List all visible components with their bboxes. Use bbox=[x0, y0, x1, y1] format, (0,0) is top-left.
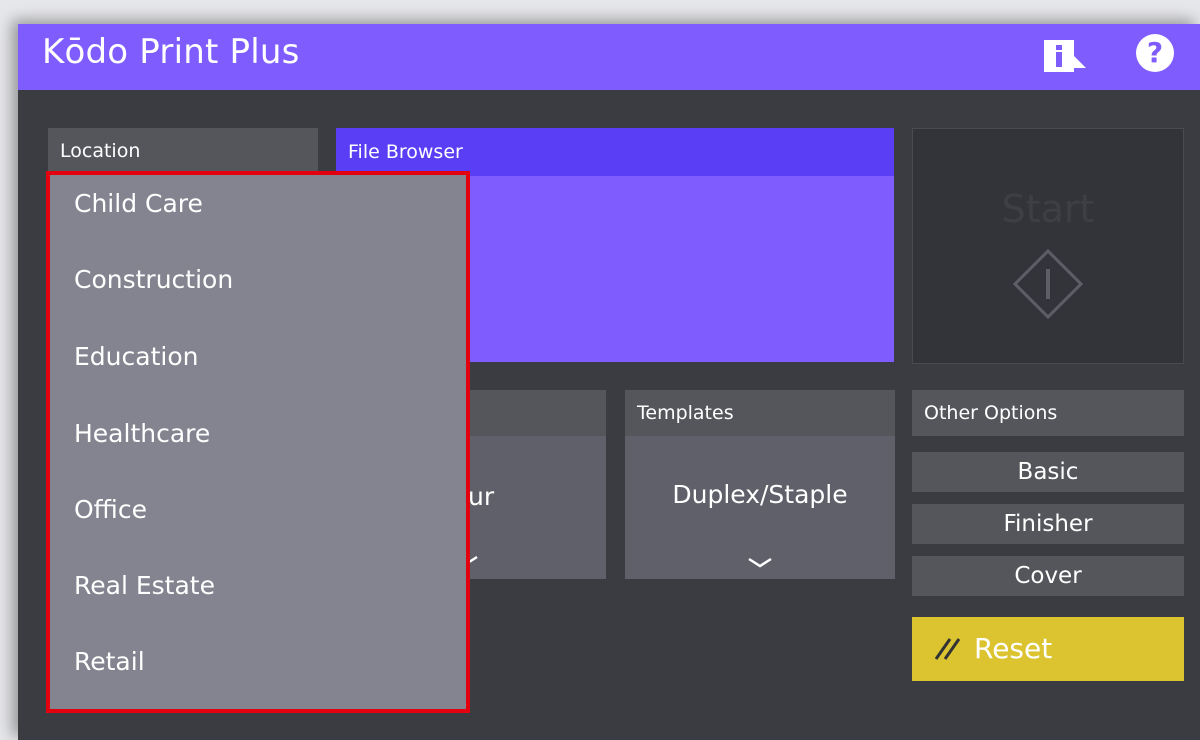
templates-value: Duplex/Staple bbox=[672, 480, 848, 509]
dropdown-item-healthcare[interactable]: Healthcare bbox=[74, 419, 210, 448]
file-browser-label: File Browser bbox=[348, 141, 463, 163]
location-header[interactable]: Location bbox=[48, 128, 318, 174]
file-browser-header: File Browser bbox=[336, 128, 894, 176]
color-panel-value: ur bbox=[468, 482, 495, 511]
dropdown-item-retail[interactable]: Retail bbox=[74, 647, 145, 676]
top-bar: Kōdo Print Plus ? bbox=[18, 24, 1200, 90]
basic-button[interactable]: Basic bbox=[912, 452, 1184, 492]
dropdown-item-construction[interactable]: Construction bbox=[74, 265, 233, 294]
start-button[interactable]: Start bbox=[912, 128, 1184, 364]
info-icon[interactable] bbox=[1042, 36, 1088, 76]
location-label: Location bbox=[60, 140, 141, 162]
templates-header: Templates bbox=[625, 390, 895, 436]
dropdown-item-office[interactable]: Office bbox=[74, 495, 147, 524]
other-options-header: Other Options bbox=[912, 390, 1184, 436]
reset-label: Reset bbox=[974, 632, 1053, 665]
start-label: Start bbox=[1001, 187, 1095, 231]
cover-button[interactable]: Cover bbox=[912, 556, 1184, 596]
other-options-label: Other Options bbox=[924, 402, 1058, 424]
reset-button[interactable]: Reset bbox=[912, 617, 1184, 681]
help-icon[interactable]: ? bbox=[1136, 34, 1174, 72]
dropdown-item-education[interactable]: Education bbox=[74, 342, 198, 371]
dropdown-item-child-care[interactable]: Child Care bbox=[74, 189, 203, 218]
location-dropdown: Child Care Construction Education Health… bbox=[46, 171, 470, 713]
finisher-button[interactable]: Finisher bbox=[912, 504, 1184, 544]
app-title: Kōdo Print Plus bbox=[42, 32, 300, 72]
start-diamond-icon bbox=[1013, 249, 1083, 319]
app-window: Kōdo Print Plus ? Location File Browser … bbox=[18, 24, 1200, 740]
reset-slash-icon bbox=[934, 638, 961, 660]
dropdown-item-real-estate[interactable]: Real Estate bbox=[74, 571, 215, 600]
templates-select[interactable]: Duplex/Staple bbox=[625, 436, 895, 579]
templates-label: Templates bbox=[637, 402, 734, 424]
chevron-down-icon bbox=[748, 557, 772, 568]
